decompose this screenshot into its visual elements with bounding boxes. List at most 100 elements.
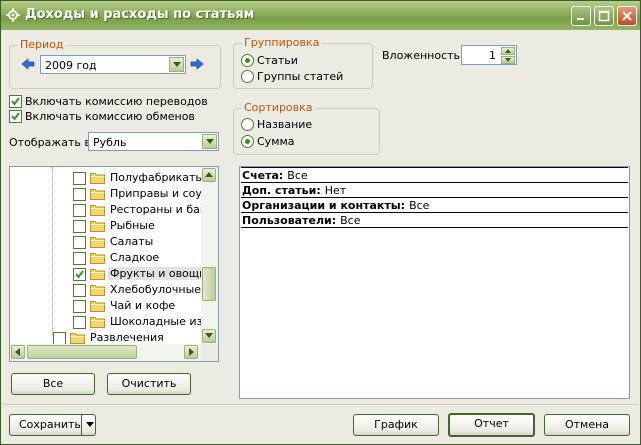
title-bar[interactable]: Доходы и расходы по статьям xyxy=(1,1,640,30)
tree-item-checkbox[interactable] xyxy=(73,316,86,329)
info-row: Доп. статьи: Нет xyxy=(242,184,346,197)
info-row: Организации и контакты: Все xyxy=(242,199,429,212)
grouping-article-groups-label: Группы статей xyxy=(257,70,344,83)
nesting-spinner[interactable]: 1 xyxy=(461,45,517,65)
grouping-articles-label: Статьи xyxy=(257,54,298,67)
save-button[interactable]: Сохранить xyxy=(9,414,96,436)
folder-icon xyxy=(90,253,105,264)
folder-icon xyxy=(90,285,105,296)
display-label: Отображать в: xyxy=(9,136,95,149)
info-key: Доп. статьи: xyxy=(242,184,321,197)
info-divider xyxy=(241,182,628,183)
info-value: Все xyxy=(287,169,308,182)
minimize-button[interactable] xyxy=(571,6,591,26)
commission-transfers-checkbox[interactable] xyxy=(9,95,22,108)
commission-exchanges-checkbox[interactable] xyxy=(9,110,22,123)
chart-button[interactable]: График xyxy=(353,414,439,436)
close-icon xyxy=(622,11,632,21)
scroll-thumb-vertical[interactable] xyxy=(202,267,216,301)
arrow-left-icon[interactable] xyxy=(21,57,35,71)
folder-icon xyxy=(90,317,105,328)
tree-item-checkbox[interactable] xyxy=(73,188,86,201)
maximize-icon xyxy=(598,10,610,22)
period-label: Период xyxy=(18,38,66,51)
period-value: 2009 год xyxy=(45,59,97,72)
chevron-left-icon xyxy=(15,348,20,356)
maximize-button[interactable] xyxy=(594,6,614,26)
tree-item-label: Рыбные xyxy=(110,219,155,232)
folder-icon xyxy=(90,221,105,232)
clear-button[interactable]: Очистить xyxy=(107,373,191,395)
tree-item-checkbox[interactable] xyxy=(73,284,86,297)
info-value: Все xyxy=(340,214,361,227)
tree-item-label: Салаты xyxy=(110,235,154,248)
info-row: Пользователи: Все xyxy=(242,214,360,227)
info-key: Организации и контакты: xyxy=(242,199,406,212)
scroll-down-button[interactable] xyxy=(202,329,216,343)
chevron-right-icon xyxy=(189,348,194,356)
tree-item-label: Развлечения xyxy=(90,331,164,344)
sorting-name-radio[interactable] xyxy=(241,118,254,131)
tree-item-checkbox[interactable] xyxy=(73,300,86,313)
tree-vertical-scrollbar[interactable] xyxy=(201,167,218,344)
display-dropdown-button[interactable] xyxy=(202,134,217,149)
scroll-thumb-horizontal[interactable] xyxy=(27,345,137,359)
tree-item-checkbox[interactable] xyxy=(73,236,86,249)
save-label: Сохранить xyxy=(19,418,81,431)
folder-icon xyxy=(90,189,105,200)
save-dropdown-button[interactable] xyxy=(81,414,97,436)
chevron-down-icon xyxy=(505,58,511,62)
info-divider xyxy=(241,197,628,198)
commission-exchanges-label: Включать комиссию обменов xyxy=(25,110,195,123)
window-title: Доходы и расходы по статьям xyxy=(25,7,255,22)
scroll-right-button[interactable] xyxy=(184,345,198,359)
chevron-up-icon xyxy=(205,172,213,177)
tree-item-label: Сладкое xyxy=(110,251,160,264)
info-value: Нет xyxy=(324,184,347,197)
scroll-up-button[interactable] xyxy=(202,168,216,182)
cancel-button[interactable]: Отмена xyxy=(544,414,630,436)
tree-item-checkbox[interactable] xyxy=(73,268,86,281)
chevron-down-icon xyxy=(173,62,181,67)
sorting-name-label: Название xyxy=(257,118,313,131)
checkmark-icon xyxy=(75,270,84,279)
display-currency-value: Рубль xyxy=(93,136,127,149)
report-button[interactable]: Отчет xyxy=(448,413,535,437)
info-key: Счета: xyxy=(242,169,284,182)
display-currency-select[interactable]: Рубль xyxy=(88,132,219,151)
sorting-sum-radio[interactable] xyxy=(241,135,254,148)
tree-item-checkbox[interactable] xyxy=(73,252,86,265)
checkmark-icon xyxy=(11,97,20,106)
articles-tree[interactable]: Полуфабрикаты Приправы и соусы Рестораны и… xyxy=(9,166,219,362)
sorting-label: Сортировка xyxy=(242,101,315,114)
folder-icon xyxy=(90,301,105,312)
arrow-right-icon[interactable] xyxy=(190,57,204,71)
info-value: Все xyxy=(409,199,430,212)
footer-divider xyxy=(2,404,639,405)
grouping-article-groups-radio[interactable] xyxy=(241,70,254,83)
period-select[interactable]: 2009 год xyxy=(40,55,186,74)
period-dropdown-button[interactable] xyxy=(169,57,184,72)
close-button[interactable] xyxy=(617,6,637,26)
tree-horizontal-scrollbar[interactable] xyxy=(10,344,201,361)
tree-item-checkbox[interactable] xyxy=(73,172,86,185)
filter-summary-panel: Счета: Все Доп. статьи: Нет Организации и ко… xyxy=(239,166,630,399)
folder-icon xyxy=(90,269,105,280)
info-divider xyxy=(241,227,628,228)
grouping-articles-radio[interactable] xyxy=(241,54,254,67)
folder-icon xyxy=(90,173,105,184)
info-divider xyxy=(241,167,628,168)
nesting-label: Вложенность: xyxy=(382,49,464,62)
select-all-button[interactable]: Все xyxy=(11,373,95,395)
tree-item-checkbox[interactable] xyxy=(73,220,86,233)
info-divider xyxy=(241,212,628,213)
chevron-down-icon xyxy=(205,333,213,338)
nesting-up-button[interactable] xyxy=(501,47,515,55)
scroll-left-button[interactable] xyxy=(11,345,25,359)
tree-item-checkbox[interactable] xyxy=(73,204,86,217)
report-window: Доходы и расходы по статьям Период 2009 … xyxy=(0,0,641,445)
info-row: Счета: Все xyxy=(242,169,308,182)
nesting-down-button[interactable] xyxy=(501,56,515,64)
chevron-down-icon xyxy=(86,422,94,427)
tree-item-label: Чай и кофе xyxy=(110,299,176,312)
